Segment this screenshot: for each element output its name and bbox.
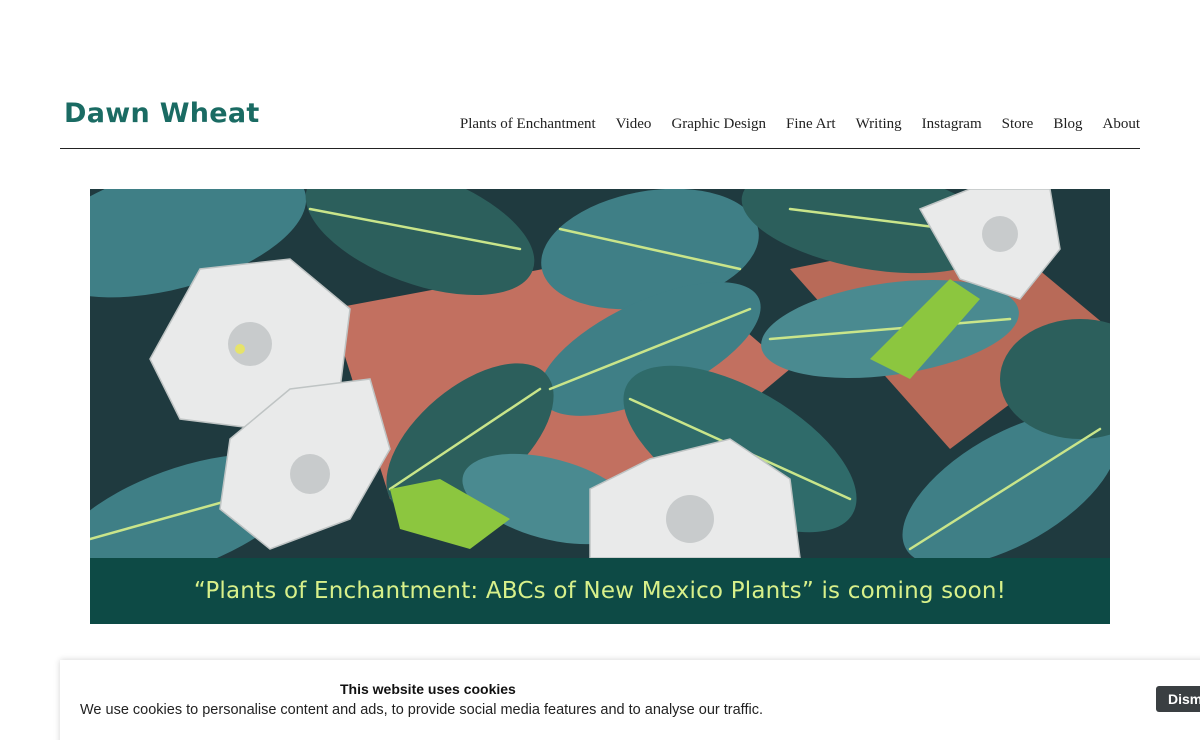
main-nav: Plants of Enchantment Video Graphic Desi… xyxy=(440,116,1140,133)
cookie-title: This website uses cookies xyxy=(340,681,516,697)
nav-item-fine-art[interactable]: Fine Art xyxy=(786,116,836,133)
nav-item-about[interactable]: About xyxy=(1103,116,1141,133)
hero-caption: “Plants of Enchantment: ABCs of New Mexi… xyxy=(193,578,1007,604)
hero-caption-banner: “Plants of Enchantment: ABCs of New Mexi… xyxy=(90,558,1110,624)
nav-item-blog[interactable]: Blog xyxy=(1053,116,1082,133)
nav-item-writing[interactable]: Writing xyxy=(856,116,902,133)
site-logo[interactable]: Dawn Wheat xyxy=(64,98,260,129)
nav-item-plants-of-enchantment[interactable]: Plants of Enchantment xyxy=(460,116,596,133)
cookie-message: We use cookies to personalise content an… xyxy=(80,702,763,718)
cookie-consent-bar: This website uses cookies We use cookies… xyxy=(60,660,1200,740)
hero-banner-image[interactable]: “Plants of Enchantment: ABCs of New Mexi… xyxy=(90,189,1110,624)
nav-item-video[interactable]: Video xyxy=(616,116,652,133)
nav-item-graphic-design[interactable]: Graphic Design xyxy=(671,116,766,133)
site-header: Dawn Wheat Plants of Enchantment Video G… xyxy=(60,96,1140,149)
nav-item-instagram[interactable]: Instagram xyxy=(922,116,982,133)
cookie-dismiss-button[interactable]: Dism xyxy=(1156,686,1200,712)
nav-item-store[interactable]: Store xyxy=(1002,116,1034,133)
plant-illustration xyxy=(90,189,1110,558)
